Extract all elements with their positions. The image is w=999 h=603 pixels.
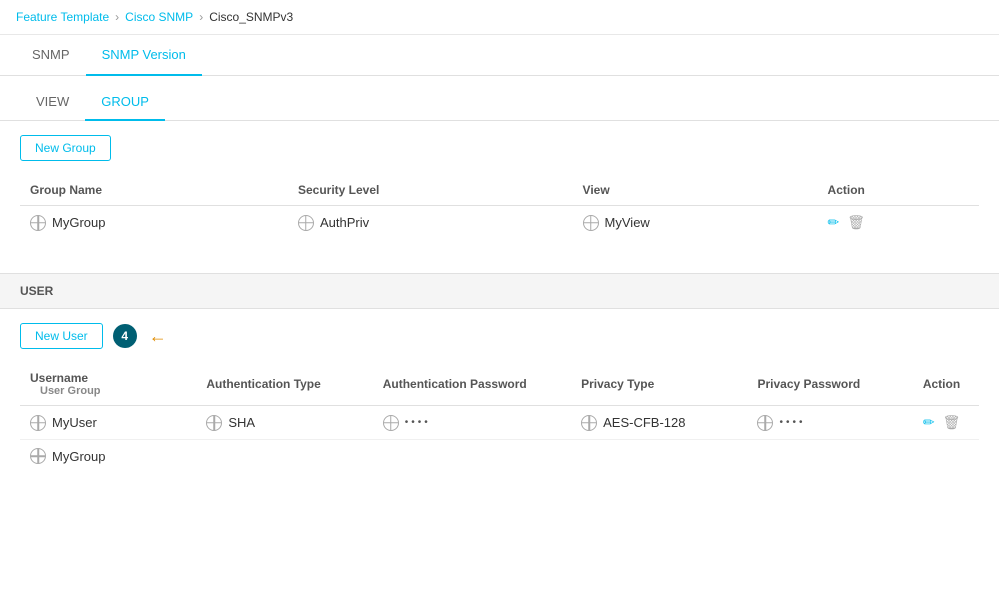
col-view: View — [573, 175, 818, 206]
tab-snmp[interactable]: SNMP — [16, 35, 86, 76]
table-row: MyGroup AuthPriv MyView ✏ 🗑 — [20, 206, 979, 240]
priv-pass-value: •••• — [779, 417, 805, 428]
new-group-button[interactable]: New Group — [20, 135, 111, 161]
globe-icon — [30, 415, 46, 431]
user-table-row: MyUser SHA •••• AES-CFB-128 •••• — [20, 406, 979, 440]
security-level-cell: AuthPriv — [288, 206, 573, 240]
group-table: Group Name Security Level View Action My… — [20, 175, 979, 239]
edit-group-button[interactable]: ✏ — [828, 214, 840, 231]
globe-icon — [383, 415, 399, 431]
globe-icon — [30, 215, 46, 231]
security-level-value: AuthPriv — [320, 215, 369, 230]
view-cell: MyView — [573, 206, 818, 240]
edit-user-button[interactable]: ✏ — [923, 414, 935, 431]
user-group-cell: MyGroup — [20, 440, 979, 473]
auth-type-cell: SHA — [196, 406, 372, 440]
view-value: MyView — [605, 215, 650, 230]
breadcrumb-feature-template[interactable]: Feature Template — [16, 10, 109, 24]
user-table: Username User Group Authentication Type … — [20, 363, 979, 472]
breadcrumb-current: Cisco_SNMPv3 — [209, 10, 293, 24]
priv-pass-cell: •••• — [747, 406, 912, 440]
globe-icon — [206, 415, 222, 431]
priv-type-cell: AES-CFB-128 — [571, 406, 747, 440]
username-value: MyUser — [52, 415, 97, 430]
delete-group-button[interactable]: 🗑 — [847, 214, 865, 231]
col-priv-pass: Privacy Password — [747, 363, 912, 406]
step-badge: 4 — [113, 324, 137, 348]
auth-type-value: SHA — [228, 415, 255, 430]
delete-user-button[interactable]: 🗑 — [943, 414, 961, 431]
col-priv-type: Privacy Type — [571, 363, 747, 406]
col-group-name: Group Name — [20, 175, 288, 206]
breadcrumb-cisco-snmp[interactable]: Cisco SNMP — [125, 10, 193, 24]
globe-icon — [581, 415, 597, 431]
auth-pass-value: •••• — [405, 417, 431, 428]
breadcrumb: Feature Template › Cisco SNMP › Cisco_SN… — [0, 0, 999, 35]
content-area: VIEW GROUP New Group Group Name Security… — [0, 84, 999, 486]
tab-view[interactable]: VIEW — [20, 84, 85, 121]
arrow-icon: ← — [149, 326, 167, 347]
new-user-row: New User 4 ← — [20, 323, 979, 349]
breadcrumb-sep-2: › — [199, 10, 203, 24]
col-action: Action — [818, 175, 979, 206]
globe-icon — [30, 448, 46, 464]
user-group-row: MyGroup — [20, 440, 979, 473]
group-name-value: MyGroup — [52, 215, 105, 230]
col-auth-type: Authentication Type — [196, 363, 372, 406]
group-section: New Group Group Name Security Level View… — [0, 121, 999, 253]
main-tabs: SNMP SNMP Version — [0, 35, 999, 76]
col-user-action: Action — [913, 363, 979, 406]
col-security-level: Security Level — [288, 175, 573, 206]
group-name-cell: MyGroup — [20, 206, 288, 240]
user-action-cell: ✏ 🗑 — [913, 406, 979, 440]
col-auth-pass: Authentication Password — [373, 363, 571, 406]
tab-snmp-version[interactable]: SNMP Version — [86, 35, 202, 76]
user-group-value: MyGroup — [52, 449, 105, 464]
user-section-content: New User 4 ← Username User Group Authent… — [0, 309, 999, 486]
globe-icon — [757, 415, 773, 431]
globe-icon — [298, 215, 314, 231]
tab-group[interactable]: GROUP — [85, 84, 165, 121]
new-user-button[interactable]: New User — [20, 323, 103, 349]
col-username: Username User Group — [20, 363, 196, 406]
username-cell: MyUser — [20, 406, 196, 440]
action-cell: ✏ 🗑 — [818, 206, 979, 240]
sub-tabs: VIEW GROUP — [0, 84, 999, 121]
breadcrumb-sep-1: › — [115, 10, 119, 24]
globe-icon — [583, 215, 599, 231]
user-section-label: USER — [20, 284, 53, 298]
auth-pass-cell: •••• — [373, 406, 571, 440]
user-section-header: USER — [0, 273, 999, 309]
priv-type-value: AES-CFB-128 — [603, 415, 685, 430]
